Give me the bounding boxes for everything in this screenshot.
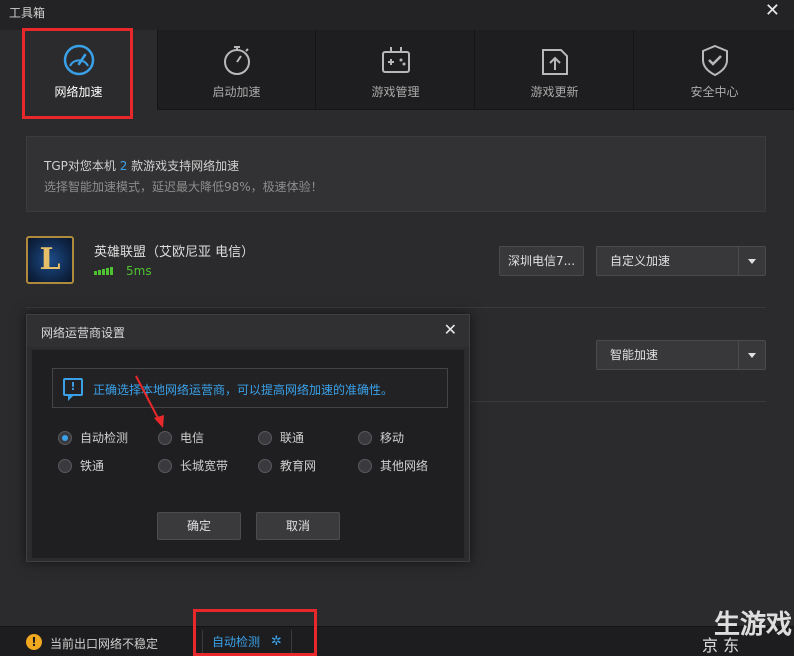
row-divider (470, 401, 766, 402)
tab-label: 游戏更新 (530, 85, 579, 99)
title-bar: 工具箱 ✕ (0, 0, 794, 30)
close-icon[interactable]: ✕ (444, 320, 457, 339)
dialog-title: 网络运营商设置 (41, 326, 126, 340)
dropdown-label: 智能加速 (610, 348, 659, 362)
tab-label: 安全中心 (690, 85, 739, 99)
acceleration-mode-dropdown[interactable]: 智能加速 (596, 340, 766, 370)
dialog-body: ! 正确选择本地网络运营商，可以提高网络加速的准确性。 自动检测 电信 联通 移… (31, 349, 465, 559)
tab-label: 网络加速 (54, 85, 103, 99)
tab-label: 游戏管理 (371, 85, 420, 99)
chevron-down-icon[interactable] (738, 341, 765, 369)
speedometer-icon (63, 44, 94, 76)
supported-game-count: 2 (119, 159, 128, 173)
shield-check-icon (701, 44, 728, 77)
auto-detect-label: 自动检测 (212, 635, 261, 649)
tab-network-acceleration[interactable]: 网络加速 (0, 30, 158, 110)
stopwatch-icon (223, 46, 250, 75)
radio-icon[interactable] (58, 459, 72, 473)
auto-detect-button[interactable]: 自动检测 ✲ (202, 630, 292, 654)
tab-startup-acceleration[interactable]: 启动加速 (158, 30, 316, 110)
dropdown-label: 自定义加速 (610, 254, 671, 268)
signal-strength-icon (94, 265, 114, 275)
tip-text: 正确选择本地网络运营商，可以提高网络加速的准确性。 (93, 383, 394, 397)
game-name: 英雄联盟（艾欧尼亚 电信） (94, 245, 255, 260)
game-row: L 英雄联盟（艾欧尼亚 电信） 5ms 深圳电信7... 自定义加速 (26, 230, 766, 308)
notice-line-1: TGP对您本机 2 款游戏支持网络加速 (44, 159, 240, 173)
confirm-button[interactable]: 确定 (157, 512, 241, 540)
main-tabs: 网络加速 启动加速 游戏管理 游戏更新 安全中心 (0, 30, 794, 110)
notice-line-2: 选择智能加速模式，延迟最大降低98%，极速体验！ (44, 180, 323, 194)
radio-icon[interactable] (358, 431, 372, 445)
cancel-button[interactable]: 取消 (256, 512, 340, 540)
upload-box-icon (541, 49, 568, 75)
gear-icon[interactable]: ✲ (271, 630, 282, 654)
acceleration-mode-dropdown[interactable]: 自定义加速 (596, 246, 766, 276)
radio-checked-icon[interactable] (58, 431, 72, 445)
server-select-button[interactable]: 深圳电信7... (499, 246, 584, 276)
close-icon[interactable]: ✕ (765, 1, 780, 21)
league-of-legends-icon: L (26, 236, 74, 284)
warning-icon: ! (26, 634, 42, 650)
acceleration-notice: TGP对您本机 2 款游戏支持网络加速 选择智能加速模式，延迟最大降低98%，极… (26, 136, 766, 212)
gamepad-icon (381, 47, 410, 73)
tab-security-center[interactable]: 安全中心 (635, 30, 794, 110)
radio-icon[interactable] (258, 459, 272, 473)
radio-icon[interactable] (358, 459, 372, 473)
tab-game-update[interactable]: 游戏更新 (476, 30, 634, 110)
dialog-header: 网络运营商设置 ✕ (27, 315, 469, 347)
info-bubble-icon: ! (63, 378, 83, 401)
window-title: 工具箱 (9, 6, 46, 20)
radio-icon[interactable] (258, 431, 272, 445)
status-bar: ! 当前出口网络不稳定 自动检测 ✲ (0, 626, 794, 656)
tip-box: ! 正确选择本地网络运营商，可以提高网络加速的准确性。 (52, 368, 448, 408)
chevron-down-icon[interactable] (738, 247, 765, 275)
radio-icon[interactable] (158, 431, 172, 445)
network-warning-text: 当前出口网络不稳定 (50, 637, 159, 651)
tab-label: 启动加速 (212, 85, 261, 99)
isp-settings-dialog: 网络运营商设置 ✕ ! 正确选择本地网络运营商，可以提高网络加速的准确性。 自动… (26, 314, 470, 562)
ping-value: 5ms (126, 264, 152, 278)
radio-icon[interactable] (158, 459, 172, 473)
tab-game-management[interactable]: 游戏管理 (317, 30, 475, 110)
